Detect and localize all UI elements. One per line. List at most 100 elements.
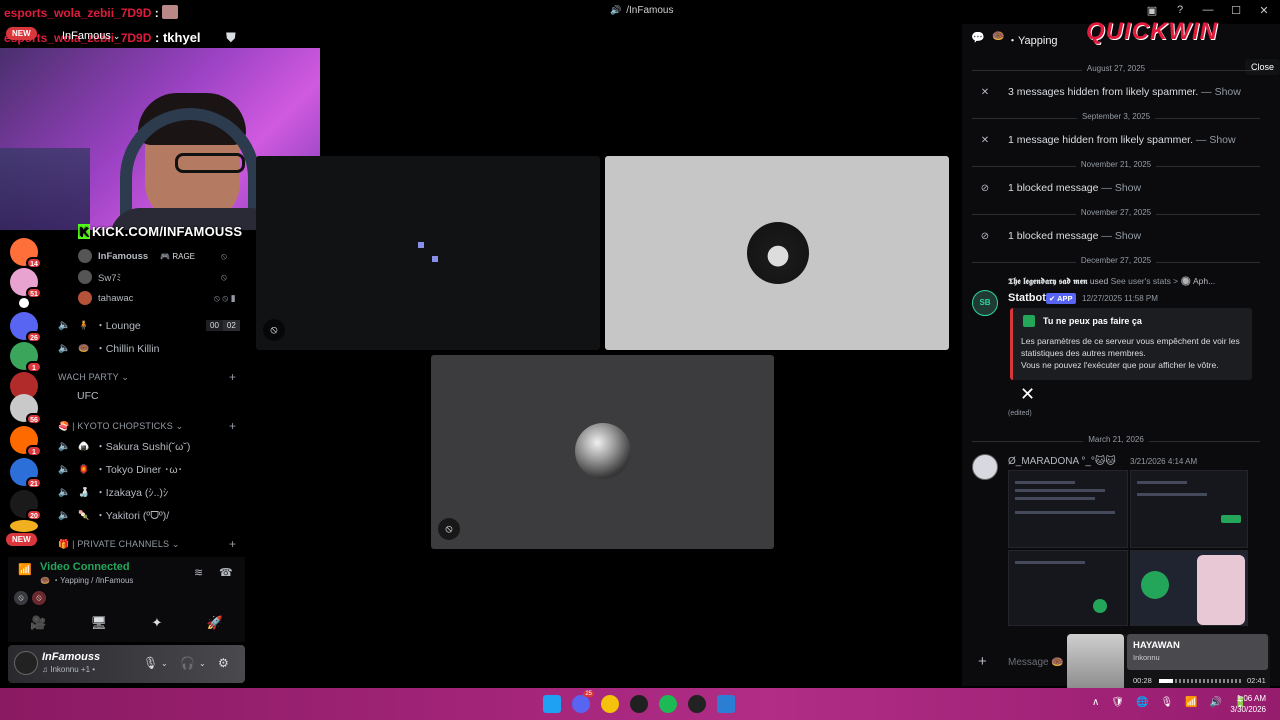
video-tile[interactable]: ⦸ — [431, 355, 774, 549]
track-progress-bar[interactable] — [1159, 679, 1243, 683]
reply-context[interactable]: 𝕿𝖍𝖊 𝖑𝖊𝖌𝖊𝖓𝖉𝖆𝖗𝖞 𝖘𝖆𝖉 𝖒𝖊𝖓 used See user's st… — [1008, 276, 1215, 287]
video-tile[interactable]: ⦸ — [256, 156, 600, 350]
close-icon[interactable]: ✕ — [1020, 384, 1035, 405]
voice-status[interactable]: Video Connected — [40, 561, 130, 573]
voice-channel-chillin[interactable]: 🔈 🍩 ・Chillin Killin — [58, 341, 159, 356]
image-attachment[interactable] — [1008, 550, 1128, 626]
image-attachment[interactable] — [1008, 470, 1128, 548]
microphone-icon[interactable]: 🎙 — [1160, 697, 1173, 708]
clock-date: 3/30/2026 — [1230, 705, 1266, 714]
avatar — [78, 249, 92, 263]
server-icon[interactable]: 1 — [10, 342, 42, 373]
server-icon[interactable]: 1 — [10, 426, 42, 457]
show-link[interactable]: — Show — [1198, 86, 1241, 98]
wifi-icon[interactable]: 📶 — [1185, 697, 1197, 708]
screen: 🔊 /InFamous ▣ ? — ☐ ✕ esports_wola_zebii_… — [0, 0, 1280, 720]
bot-avatar[interactable]: SB — [972, 290, 998, 316]
glasses-graphic — [175, 153, 245, 173]
chevron-down-icon[interactable]: ⌄ — [161, 659, 168, 668]
server-icon[interactable] — [19, 298, 29, 308]
embed-description: Les paramètres de ce serveur vous empêch… — [1021, 335, 1251, 371]
server-icon[interactable] — [10, 520, 38, 532]
add-channel-icon[interactable]: + — [229, 537, 236, 551]
voice-user[interactable]: InFamouss 🎮 RAGE ⦸ — [78, 249, 227, 263]
add-channel-icon[interactable]: + — [229, 370, 236, 384]
server-icon[interactable]: 56 — [10, 394, 42, 425]
album-cover[interactable] — [1067, 634, 1124, 691]
category-kyoto[interactable]: 🍣 | Kyoto chopsticks ⌄ — [58, 421, 183, 432]
avatar[interactable] — [972, 454, 998, 480]
overlay-chat-sep: : — [151, 6, 159, 20]
user-name[interactable]: InFamouss — [42, 651, 100, 663]
chrome-icon[interactable] — [601, 695, 619, 713]
windows-start-icon[interactable] — [543, 695, 561, 713]
server-icon[interactable]: 14 — [10, 238, 42, 269]
server-name[interactable]: InFamous ⌄ — [62, 30, 120, 42]
inbox-icon[interactable]: ▣ — [1144, 4, 1160, 17]
show-link[interactable]: — Show — [1098, 230, 1141, 242]
soundboard-button[interactable]: 🚀 — [207, 615, 223, 631]
tray-expand-icon[interactable]: ∧ — [1092, 697, 1099, 708]
channel-emoji: 🍶 — [78, 487, 90, 497]
network-icon[interactable]: 🌐 — [1136, 697, 1148, 708]
muted-icon: ⦸ — [221, 271, 227, 282]
spotify-icon[interactable] — [659, 695, 677, 713]
status-icons: ⦸ ⦸ ▮ — [214, 292, 236, 303]
minimize-button[interactable]: — — [1200, 4, 1216, 17]
system-clock[interactable]: 1:06 AM 3/30/2026 — [1214, 693, 1266, 715]
voice-channel[interactable]: 🔈 🍶 ・Izakaya (ｼ..)ｼ — [58, 485, 168, 500]
dismiss-icon[interactable]: ✕ — [972, 135, 998, 146]
dismiss-icon[interactable]: ✕ — [972, 87, 998, 98]
activities-button[interactable]: ✦ — [151, 615, 162, 631]
settings-gear-icon[interactable]: ⚙ — [218, 656, 229, 670]
steam-icon[interactable] — [688, 695, 706, 713]
participant-avatar — [747, 222, 809, 284]
help-icon[interactable]: ? — [1172, 4, 1188, 17]
close-button[interactable]: ✕ — [1256, 4, 1272, 17]
category-private[interactable]: 🎁 | PRIVATE CHANNELS ⌄ — [58, 539, 180, 550]
voice-location[interactable]: 🍩 ・Yapping / /InFamous — [40, 575, 133, 586]
bot-name[interactable]: Statbot — [1008, 292, 1046, 304]
discord-icon[interactable]: 25 — [572, 691, 594, 713]
add-attachment-icon[interactable]: + — [978, 653, 987, 670]
category-watch-party[interactable]: WACH PARTY ⌄ — [58, 372, 129, 383]
disconnect-icon[interactable]: ☎ — [219, 566, 233, 579]
obs-icon[interactable] — [630, 695, 648, 713]
voice-user[interactable]: tahawac ⦸ ⦸ ▮ — [78, 291, 236, 305]
server-icon[interactable]: 21 — [10, 458, 42, 489]
message-author[interactable]: Ø_MARADONA °_°🐱🐱 — [1008, 456, 1116, 467]
voice-channel[interactable]: 🔈 🏮 ・Tokyo Diner ･ω･ — [58, 462, 183, 477]
noise-suppression-icon[interactable]: ≋ — [194, 566, 203, 579]
notice-text: 3 messages hidden from likely spammer. — [1008, 86, 1199, 98]
show-link[interactable]: — Show — [1193, 134, 1236, 146]
headset-icon[interactable]: 🎧 — [180, 656, 195, 670]
microphone-icon[interactable]: 🎙 — [143, 656, 158, 670]
green-check-graphic — [1093, 599, 1107, 613]
chevron-down-icon[interactable]: ⌄ — [199, 659, 206, 668]
avatar[interactable] — [14, 651, 38, 675]
channel-ufc[interactable]: UFC — [77, 390, 99, 402]
app-window-icon[interactable] — [717, 695, 735, 713]
screen-share-button[interactable]: 🖥 — [91, 615, 108, 631]
camera-button[interactable]: 🎥 — [30, 615, 46, 631]
voice-channel[interactable]: 🔈 🍡 ・Yakitori (ºᗜº)/ — [58, 508, 169, 523]
message-placeholder[interactable]: Message 🍩 — [1008, 657, 1064, 668]
video-tile[interactable] — [605, 156, 949, 350]
security-icon[interactable]: 🛡 — [1111, 697, 1124, 708]
voice-channel-lounge[interactable]: 🔈 🧍 ・Lounge 00 02 — [58, 318, 240, 333]
invite-icon[interactable]: ⛊ — [226, 30, 236, 46]
show-link[interactable]: — Show — [1098, 182, 1141, 194]
signal-icon[interactable]: 📶 — [18, 563, 32, 576]
server-name-text: InFamous — [62, 30, 111, 42]
maximize-button[interactable]: ☐ — [1228, 4, 1244, 17]
image-attachment[interactable] — [1130, 550, 1248, 626]
server-icon[interactable]: 26 — [10, 312, 42, 343]
server-icon[interactable]: 51 — [10, 268, 42, 299]
channel-emoji: 🍩 — [992, 31, 1005, 42]
voice-channel[interactable]: 🔈 🍙 ・Sakura Sushi(˘ω˘) — [58, 439, 190, 454]
add-channel-icon[interactable]: + — [229, 419, 236, 433]
user-count: 00 02 — [206, 320, 240, 331]
voice-user[interactable]: Sw7ﾐ ⦸ — [78, 270, 227, 284]
image-attachment[interactable] — [1130, 470, 1248, 548]
server-icon[interactable]: 20 — [10, 490, 42, 521]
